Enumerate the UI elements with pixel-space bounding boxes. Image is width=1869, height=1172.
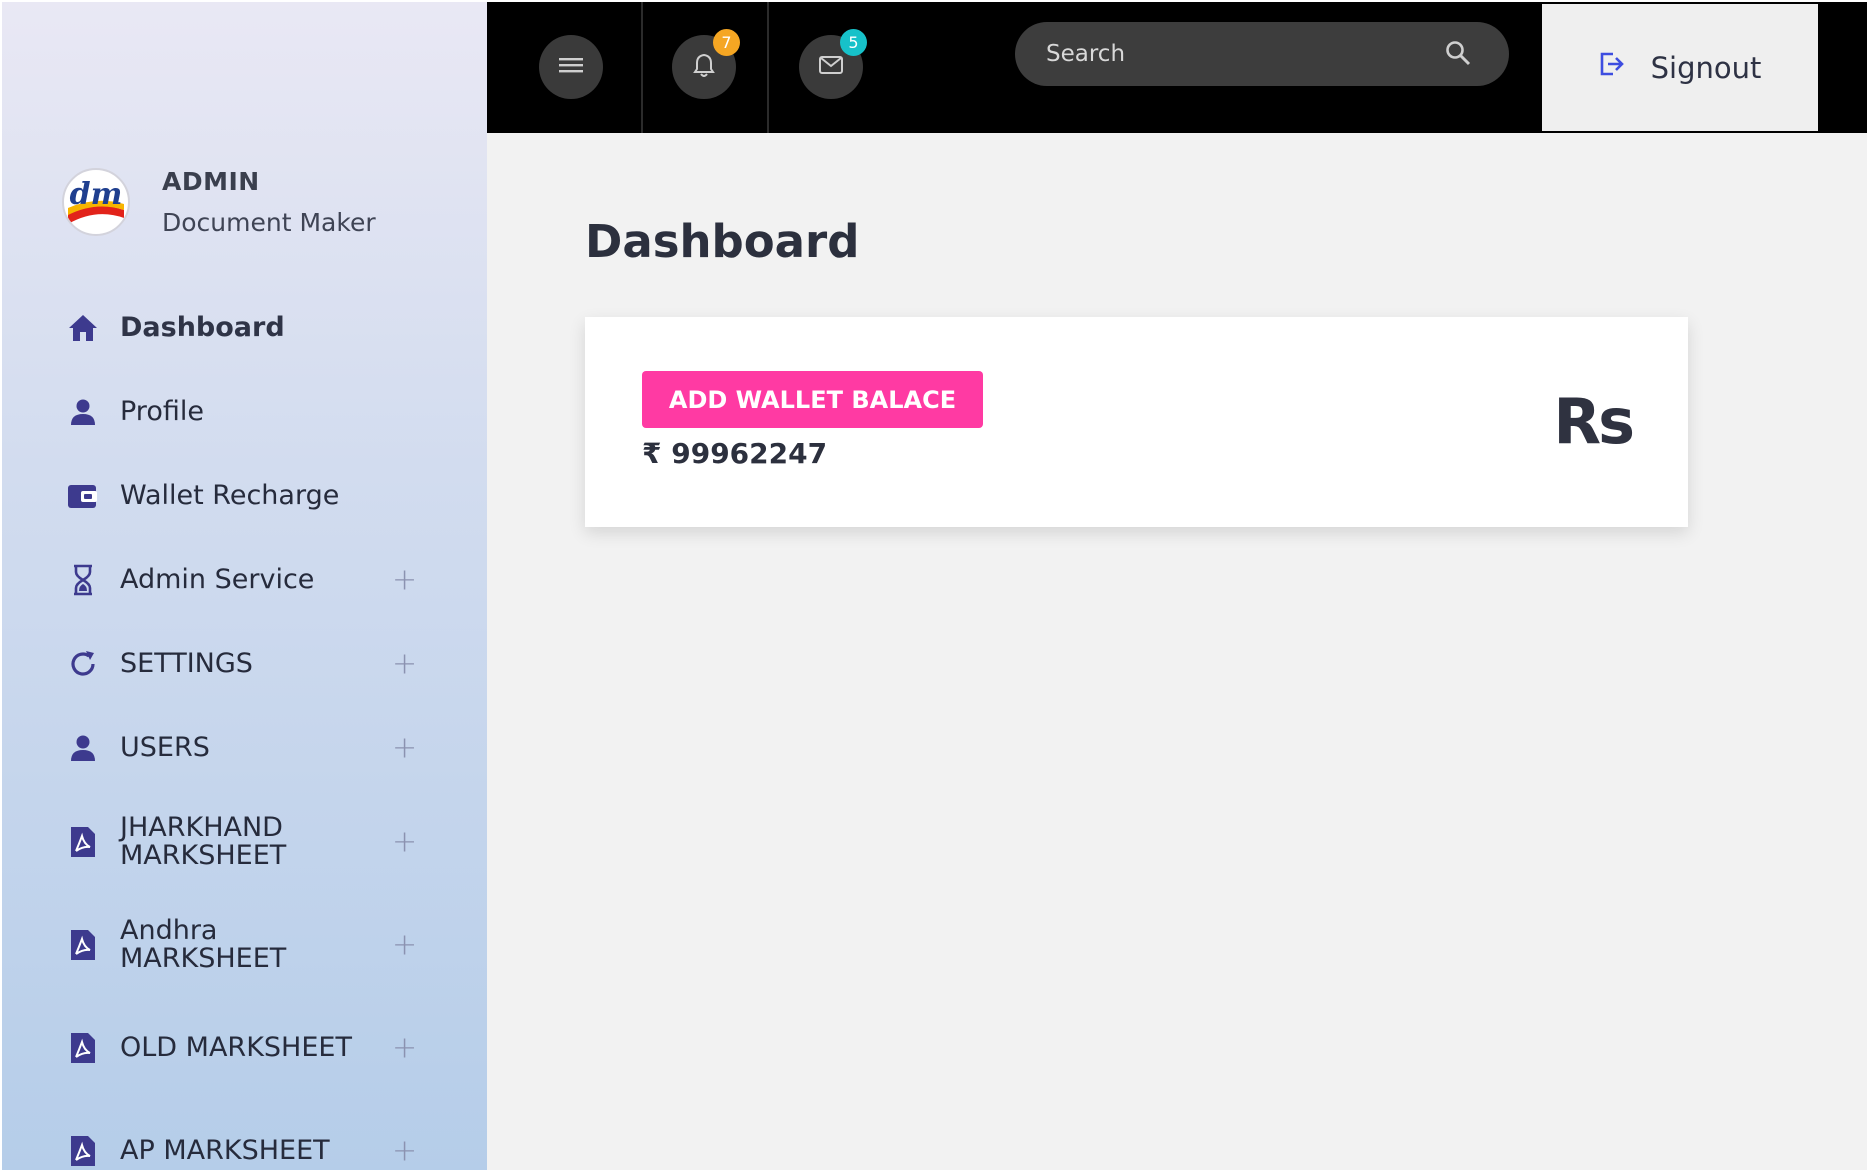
user-icon (66, 395, 100, 429)
signout-icon (1599, 50, 1625, 85)
sidebar-item-jharkhand-marksheet[interactable]: JHARKHAND MARKSHEET + (2, 790, 487, 893)
brand-title: ADMIN (162, 167, 260, 196)
messages-count-badge: 5 (840, 29, 867, 56)
menu-toggle-button[interactable] (539, 35, 603, 99)
dm-logo: dm (62, 168, 130, 236)
sidebar-nav: Dashboard Profile Wallet Recharge Admin … (2, 286, 487, 1170)
expand-plus-icon[interactable]: + (392, 647, 417, 682)
search-icon[interactable] (1445, 40, 1471, 70)
sidebar-item-label: JHARKHAND MARKSHEET (120, 811, 287, 871)
expand-plus-icon[interactable]: + (392, 927, 417, 962)
topbar: 7 5 Signout (487, 2, 1867, 133)
hourglass-icon (66, 563, 100, 597)
sidebar-item-andhra-marksheet[interactable]: Andhra MARKSHEET + (2, 893, 487, 996)
expand-plus-icon[interactable]: + (392, 731, 417, 766)
search-bar (1015, 22, 1509, 86)
sidebar-item-ap-marksheet[interactable]: AP MARKSHEET + (2, 1099, 487, 1170)
mail-icon (819, 56, 843, 78)
pdf-icon (66, 1031, 100, 1065)
search-input[interactable] (1046, 41, 1436, 67)
sidebar-item-old-marksheet[interactable]: OLD MARKSHEET + (2, 996, 487, 1099)
topbar-divider (641, 2, 643, 133)
brand: dm ADMIN Document Maker (62, 167, 376, 237)
signout-button[interactable]: Signout (1542, 4, 1818, 131)
sidebar-item-label: Dashboard (120, 312, 285, 343)
wallet-card: ADD WALLET BALACE ₹ 99962247 Rs (585, 317, 1688, 527)
page-title: Dashboard (585, 215, 860, 268)
expand-plus-icon[interactable]: + (392, 824, 417, 859)
rupee-icon: Rs (1553, 385, 1635, 458)
sidebar-item-admin-service[interactable]: Admin Service + (2, 538, 487, 622)
notifications-count-badge: 7 (713, 29, 740, 56)
sidebar-item-label: Profile (120, 396, 204, 427)
sidebar-item-users[interactable]: USERS + (2, 706, 487, 790)
sidebar-item-label: USERS (120, 732, 210, 763)
refresh-icon (66, 647, 100, 681)
wallet-balance: ₹ 99962247 (642, 437, 828, 470)
home-icon (66, 311, 100, 345)
brand-subtitle: Document Maker (162, 208, 376, 237)
signout-label: Signout (1650, 50, 1762, 85)
bell-icon (693, 53, 715, 81)
hamburger-icon (559, 56, 583, 78)
user-icon (66, 731, 100, 765)
sidebar-item-dashboard[interactable]: Dashboard (2, 286, 487, 370)
wallet-icon (66, 479, 100, 513)
sidebar-item-settings[interactable]: SETTINGS + (2, 622, 487, 706)
expand-plus-icon[interactable]: + (392, 1030, 417, 1065)
messages-button[interactable]: 5 (799, 29, 867, 99)
add-wallet-balance-button[interactable]: ADD WALLET BALACE (642, 371, 983, 428)
sidebar-item-label: Admin Service (120, 564, 315, 595)
logo-text: dm (70, 177, 123, 212)
sidebar-item-wallet-recharge[interactable]: Wallet Recharge (2, 454, 487, 538)
sidebar-item-label: AP MARKSHEET (120, 1134, 330, 1166)
topbar-divider (767, 2, 769, 133)
sidebar-item-label: Andhra MARKSHEET (120, 914, 287, 974)
notifications-button[interactable]: 7 (672, 29, 740, 99)
pdf-icon (66, 928, 100, 962)
sidebar: dm ADMIN Document Maker Dashboard Profil… (2, 2, 487, 1170)
sidebar-item-profile[interactable]: Profile (2, 370, 487, 454)
pdf-icon (66, 1134, 100, 1168)
sidebar-item-label: Wallet Recharge (120, 480, 340, 511)
expand-plus-icon[interactable]: + (392, 563, 417, 598)
expand-plus-icon[interactable]: + (392, 1133, 417, 1168)
sidebar-item-label: SETTINGS (120, 648, 253, 679)
sidebar-item-label: OLD MARKSHEET (120, 1031, 352, 1063)
pdf-icon (66, 825, 100, 859)
main-content: Dashboard ADD WALLET BALACE ₹ 99962247 R… (487, 133, 1867, 1170)
